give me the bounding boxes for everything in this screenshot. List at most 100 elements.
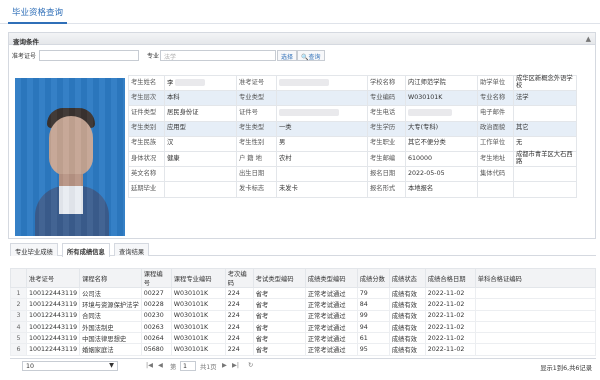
table-cell: W030101K [170,320,226,334]
col-grade-type[interactable]: 成绩类型编码 [304,268,358,288]
table-cell: 00230 [140,309,172,322]
table-row[interactable]: 6 100122443119 婚姻家庭法 05680 W030101K 224 省考 正常考试… [10,343,597,356]
col-major-code[interactable]: 课程专业编码 [170,268,226,288]
table-cell: 正常考试通过 [304,343,358,356]
total-pages: 共1页 [200,364,217,371]
work-key: 工作单位 [477,135,514,152]
table-cell: 00227 [140,286,172,300]
tab-graduation-query[interactable]: 毕业资格查询 [8,6,68,24]
table-cell [474,332,597,345]
refresh-icon[interactable]: ↻ [248,362,253,369]
table-cell: 100122443119 [25,298,81,311]
table-cell: W030101K [170,286,226,300]
tab-query-result[interactable]: 查询结果 [114,243,150,256]
group-code-value [513,166,577,183]
chevron-down-icon: ▼ [109,362,114,369]
reg-form-value: 本地报名 [405,181,478,198]
table-cell: 成绩有效 [388,286,426,300]
table-cell: 100122443119 [25,286,81,300]
table-cell: 正常考试通过 [304,309,358,322]
table-cell [474,309,597,322]
table-row[interactable]: 1 100122443119 公司法 00227 W030101K 224 省考 正常考试通过… [10,286,597,300]
table-row[interactable]: 5 100122443119 中国法律思想史 00264 W030101K 224 省考 正常… [10,332,597,345]
col-course-no[interactable]: 课程编号 [140,268,172,288]
row-number: 6 [10,343,27,356]
table-cell: 成绩有效 [388,298,426,311]
english-name-key: 英文名称 [128,166,165,183]
table-cell: 成绩有效 [388,332,426,345]
table-cell [474,298,597,311]
collapse-icon[interactable]: ▲ [586,35,591,43]
table-cell: 省考 [252,286,306,300]
group-code-key: 集体代码 [477,166,514,183]
first-page-icon[interactable]: |◀ [146,362,153,369]
result-tabs: 专业毕业成绩 所有成绩信息 查询结果 [10,243,596,257]
row-number: 2 [10,298,27,311]
table-row[interactable]: 2 100122443119 环境与资源保护法学 00228 W030101K 224 省考… [10,298,597,311]
col-session-code[interactable]: 考次编码 [224,268,254,288]
card-key: 发卡标志 [236,181,277,198]
table-cell [474,343,597,356]
prev-page-icon[interactable]: ◀ [158,362,163,369]
col-score[interactable]: 成绩分数 [356,268,390,288]
assist-key: 助学单位 [477,74,514,92]
assist-value: 成华区新概念外语学校 [513,74,577,92]
col-exam-no[interactable]: 准考证号 [25,268,81,288]
col-pass-date[interactable]: 成绩合格日期 [424,268,476,288]
col-exam-type[interactable]: 考试类型编码 [252,268,306,288]
table-row[interactable]: 3 100122443119 合同法 00230 W030101K 224 省考 正常考试通过… [10,309,597,322]
col-cert-code[interactable]: 单科合格证编码 [474,268,597,288]
table-cell: 224 [224,286,254,300]
col-status[interactable]: 成绩状态 [388,268,426,288]
tab-major-grades[interactable]: 专业毕业成绩 [10,243,58,256]
table-cell: 2022-11-02 [424,286,476,300]
email-key: 电子邮件 [477,105,514,122]
table-row[interactable]: 4 100122443119 外国法制史 00263 W030101K 224 省考 正常考试… [10,320,597,334]
next-page-icon[interactable]: ▶ [222,362,227,369]
politics-value: 其它 [513,120,577,137]
major-code-key: 专业编码 [367,90,406,107]
table-cell: 正常考试通过 [304,332,358,345]
job-value: 其它不便分类 [405,135,478,152]
table-cell: 100122443119 [25,332,81,345]
grades-header-row: 准考证号 课程名称 课程编号 课程专业编码 考次编码 考试类型编码 成绩类型编码… [10,268,597,288]
select-button[interactable]: 选择 [277,50,298,61]
student-type-value: 一类 [276,120,368,137]
school-key: 学校名称 [367,74,406,92]
table-cell [474,286,597,300]
major-input[interactable]: 法学 [160,50,276,61]
page-size-select[interactable]: 10 ▼ [22,361,118,371]
table-cell: 正常考试通过 [304,298,358,311]
reg-date-value: 2022-05-05 [405,166,478,183]
table-cell: 成绩有效 [388,309,426,322]
table-cell: 00264 [140,332,172,345]
sex-key: 考生性别 [236,135,277,152]
table-cell: 224 [224,320,254,334]
major-name-key: 专业名称 [477,90,514,107]
address-key: 考生地址 [477,150,514,168]
education-value: 大专(专科) [405,120,478,137]
table-cell: W030101K [170,309,226,322]
education-key: 考生学历 [367,120,406,137]
reg-date-key: 报名日期 [367,166,406,183]
tab-all-grades[interactable]: 所有成绩信息 [62,243,110,257]
query-button[interactable]: 🔍查询 [297,50,325,61]
exam-no-input[interactable] [39,50,139,61]
id-type-key: 证件类型 [128,105,165,122]
page-number-input[interactable]: 1 [180,361,196,371]
table-cell: 224 [224,343,254,356]
last-page-icon[interactable]: ▶| [232,362,239,369]
table-cell: 05680 [140,343,172,356]
col-course-name[interactable]: 课程名称 [79,268,142,288]
table-cell: 婚姻家庭法 [79,343,142,356]
category-key: 考生类别 [128,120,165,137]
student-type-key: 考生类型 [236,120,277,137]
phone-key: 考生电话 [367,105,406,122]
table-cell: 224 [224,332,254,345]
exam-no-value [276,74,368,92]
table-cell: 100122443119 [25,309,81,322]
table-cell: 正常考试通过 [304,320,358,334]
postcode-value: 610000 [405,150,478,168]
id-type-value: 居民身份证 [164,105,237,122]
english-name-value [164,166,237,183]
